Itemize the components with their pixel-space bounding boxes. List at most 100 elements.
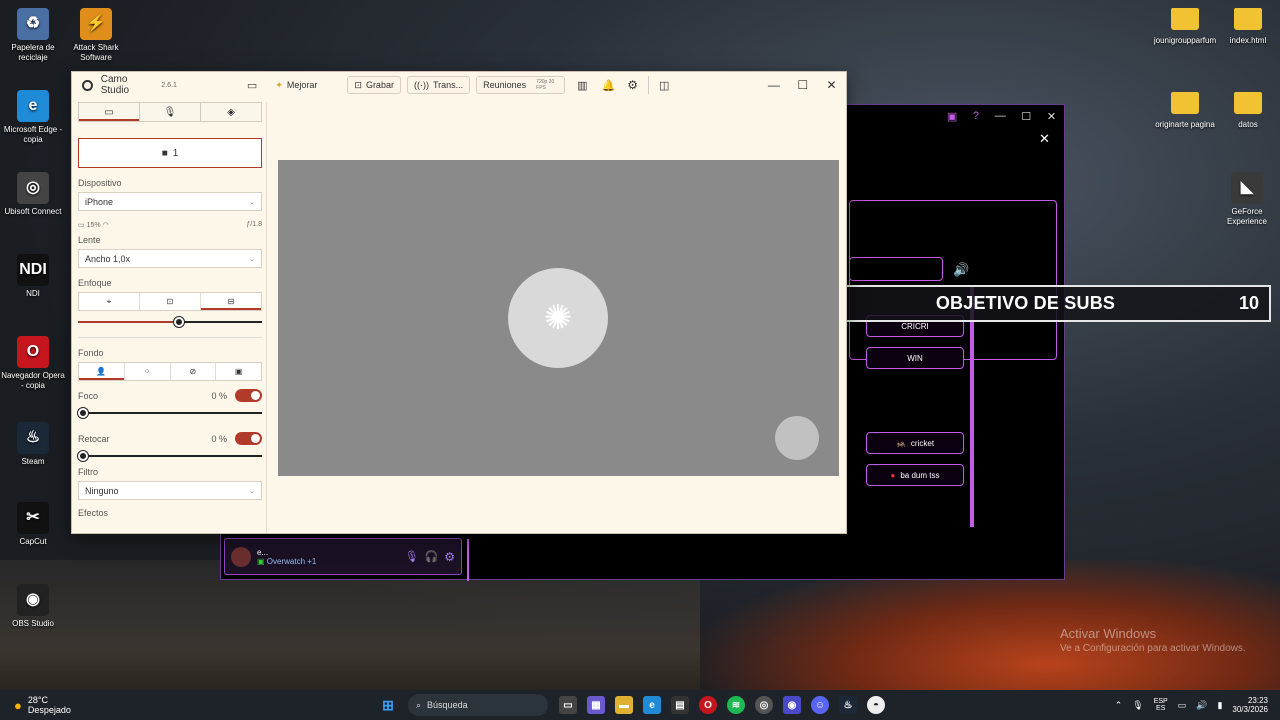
help-icon[interactable]: ? — [973, 110, 979, 122]
tab-layers[interactable]: ◈ — [201, 103, 261, 121]
desktop-icon-1[interactable]: ⚡ Attack Shark Software — [63, 8, 129, 63]
background-mode-none[interactable]: 👤 — [79, 363, 125, 380]
focus-slider[interactable] — [78, 315, 262, 329]
cricket-icon: 🦗 — [895, 438, 906, 448]
soundboard-icon[interactable]: ▣ — [947, 110, 957, 123]
store-icon[interactable]: ▤ — [671, 696, 689, 714]
effects-label[interactable]: Efectos — [78, 508, 262, 518]
stream-button[interactable]: ((·)) Trans... — [406, 76, 471, 94]
bell-icon[interactable]: 🔔 — [602, 79, 616, 92]
weather-widget[interactable]: ● 28°C Despejado — [14, 695, 374, 715]
overwatch-icon[interactable]: ◓ — [867, 696, 885, 714]
search-bar[interactable]: ⌕ Búsqueda — [408, 694, 548, 716]
lens-select[interactable]: Ancho 1,0x ⌄ — [78, 249, 262, 268]
blur-icon: ⁘ — [143, 367, 151, 376]
blur-toggle[interactable] — [235, 389, 262, 402]
tab-audio[interactable]: 🎙 — [140, 103, 201, 121]
camera-selector[interactable]: ■ 1 — [78, 138, 262, 168]
scrollbar[interactable] — [970, 287, 974, 527]
filter-select[interactable]: Ninguno ⌄ — [78, 481, 262, 500]
desktop-icon-3[interactable]: ◎ Ubisoft Connect — [0, 172, 66, 217]
clock[interactable]: 23:23 30/3/2026 — [1232, 696, 1268, 714]
opera-icon[interactable]: O — [699, 696, 717, 714]
record-button[interactable]: ⊡ Grabar — [347, 76, 401, 94]
task-view-icon[interactable]: ▭ — [559, 696, 577, 714]
maximize-button[interactable]: ☐ — [788, 78, 817, 92]
slider-knob[interactable] — [173, 317, 184, 327]
desktop-icon-6[interactable]: ♨ Steam — [0, 422, 66, 467]
volume-icon[interactable]: 🔊 — [953, 262, 969, 278]
focus-mode-auto[interactable]: ⌖ — [79, 293, 140, 310]
avatar[interactable] — [231, 546, 251, 567]
slider-knob[interactable] — [78, 451, 88, 461]
chevron-up-icon[interactable]: ⌃ — [1115, 700, 1123, 711]
sound-button-win[interactable]: WIN — [866, 347, 964, 369]
slider-knob[interactable] — [78, 408, 88, 418]
desktop-icon-8[interactable]: ◉ OBS Studio — [0, 584, 66, 629]
discord-icon[interactable]: ☺ — [811, 696, 829, 714]
display-icon[interactable]: ▭ — [1178, 700, 1187, 711]
dialog-close-icon[interactable]: ✕ — [1039, 131, 1050, 147]
close-button[interactable]: ✕ — [817, 78, 846, 92]
sound-button-ba-dum-tss[interactable]: ● ba dum tss — [866, 464, 964, 486]
sidebar-divider — [266, 102, 267, 533]
steam-taskbar-icon[interactable]: ♨ — [839, 696, 857, 714]
speaker-icon[interactable]: 🔊 — [1196, 700, 1207, 711]
retouch-toggle[interactable] — [235, 432, 262, 445]
blur-slider[interactable] — [78, 406, 262, 420]
close-icon[interactable]: ✕ — [1047, 110, 1056, 123]
chevron-down-icon: ⌄ — [249, 255, 255, 263]
focus-mode-manual[interactable]: ⊟ — [201, 293, 261, 310]
background-mode-remove[interactable]: ⊘ — [171, 363, 217, 380]
desktop-icon-geforce[interactable]: ◣ GeForce Experience — [1214, 172, 1280, 227]
widgets-icon[interactable]: ▦ — [587, 696, 605, 714]
airplay-icon[interactable] — [775, 416, 819, 460]
layout-icon[interactable]: ▥ — [577, 79, 587, 92]
desktop-icon-file-index[interactable]: index.html — [1215, 8, 1280, 46]
background-mode-replace[interactable]: ▣ — [216, 363, 261, 380]
minimize-icon[interactable]: — — [995, 110, 1006, 122]
device-select[interactable]: iPhone ⌄ — [78, 192, 262, 211]
toolbar-divider — [648, 76, 650, 94]
tab-camera[interactable]: ▭ — [79, 103, 140, 121]
meetings-button[interactable]: Reuniones 720p 30 FPS — [476, 76, 566, 94]
windows-start-icon[interactable]: ⊞ — [379, 696, 397, 714]
device-label: Dispositivo — [78, 178, 122, 188]
remove-bg-icon: ⊘ — [189, 367, 197, 376]
sidebar-toggle-icon[interactable]: ▭ — [247, 79, 257, 92]
subs-target: 10 — [1238, 293, 1259, 313]
microphone-tray-icon[interactable]: 🎙 — [1132, 700, 1143, 711]
settings-gear-icon[interactable]: ⚙ — [444, 550, 455, 564]
camera-preview: ✺ — [278, 160, 839, 476]
desktop-icon-folder-originarte[interactable]: originarte pagina — [1152, 92, 1218, 130]
headset-icon[interactable]: 🎧 — [425, 550, 439, 563]
maximize-icon[interactable]: ☐ — [1021, 110, 1031, 123]
desktop-icon-5[interactable]: O Navegador Opera - copia — [0, 336, 66, 391]
battery-tray-icon[interactable]: ▮ — [1217, 700, 1222, 711]
desktop-icon-7[interactable]: ✂ CapCut — [0, 502, 66, 547]
desktop-icon-0[interactable]: ♻ Papelera de reciclaje — [0, 8, 66, 63]
desktop-icon-2[interactable]: e Microsoft Edge - copia — [0, 90, 66, 145]
spotify-icon[interactable]: ≋ — [727, 696, 745, 714]
language-indicator[interactable]: ESP ES — [1154, 698, 1168, 712]
background-mode-blur[interactable]: ⁘ — [125, 363, 171, 380]
enhance-button[interactable]: ✦ Mejorar — [275, 80, 317, 91]
sound-button-cricket[interactable]: 🦗 cricket — [866, 432, 964, 454]
microphone-icon[interactable]: 🎙 — [405, 550, 419, 563]
panel-icon[interactable]: ◫ — [659, 79, 669, 92]
minimize-button[interactable]: — — [759, 78, 788, 92]
focus-mode-face[interactable]: ⊡ — [140, 293, 201, 310]
blur-row: Foco 0 % — [78, 389, 262, 402]
camo-taskbar-icon[interactable]: ◉ — [783, 696, 801, 714]
desktop-icon-folder-datos[interactable]: datos — [1215, 92, 1280, 130]
settings-icon[interactable]: ⚙ — [627, 78, 638, 92]
soundboard-search-field[interactable] — [849, 257, 943, 281]
desktop-icon-folder-jounigroupparfum[interactable]: jounigroupparfum — [1152, 8, 1218, 46]
retouch-slider[interactable] — [78, 449, 262, 463]
file-explorer-icon[interactable]: ▬ — [615, 696, 633, 714]
background-label: Fondo — [78, 348, 104, 358]
focus-auto-icon: ⌖ — [106, 296, 112, 306]
desktop-icon-4[interactable]: NDI NDI — [0, 254, 66, 299]
edge-icon[interactable]: e — [643, 696, 661, 714]
geforce-taskbar-icon[interactable]: ◎ — [755, 696, 773, 714]
